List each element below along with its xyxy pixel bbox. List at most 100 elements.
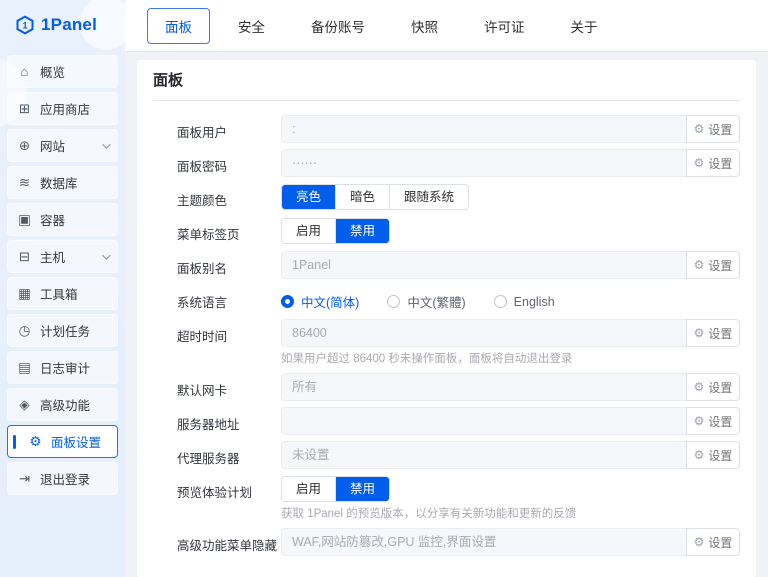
field-label: 菜单标签页: [177, 217, 281, 243]
panel-password-settings-button[interactable]: ⚙ 设置: [686, 149, 740, 177]
panel-alias-settings-button[interactable]: ⚙ 设置: [686, 251, 740, 279]
sidebar-item-logs[interactable]: ▤ 日志审计: [7, 351, 118, 384]
chevron-down-icon: [102, 140, 110, 148]
logout-icon: ⇥: [17, 471, 32, 487]
sidebar-item-label: 退出登录: [40, 469, 90, 488]
language-radio-zh-cn[interactable]: 中文(简体): [281, 292, 359, 311]
form-row: 超时时间 86400 ⚙ 设置 如果用户超过 86400 秒未操作面板，面板将自…: [177, 319, 740, 367]
field-label: 服务器地址: [177, 407, 281, 433]
panel-user-input: :: [281, 115, 686, 143]
sidebar-item-label: 应用商店: [40, 99, 90, 118]
field-label: 面板密码: [177, 149, 281, 175]
gear-icon: ⚙: [28, 434, 43, 450]
panel-password-input: ······: [281, 149, 686, 177]
field-label: 面板别名: [177, 251, 281, 277]
sidebar-item-advanced[interactable]: ◈ 高级功能: [7, 388, 118, 421]
form-row: 面板密码 ······ ⚙ 设置: [177, 149, 740, 177]
theme-color-group: 亮色 暗色 跟随系统: [281, 184, 469, 210]
server-address-settings-button[interactable]: ⚙ 设置: [686, 407, 740, 435]
gear-icon: ⚙: [694, 415, 705, 427]
default-network-settings-button[interactable]: ⚙ 设置: [686, 373, 740, 401]
field-label: 面板用户: [177, 115, 281, 141]
timeout-hint: 如果用户超过 86400 秒未操作面板，面板将自动退出登录: [281, 352, 740, 367]
form-row: 菜单标签页 启用 禁用: [177, 217, 740, 245]
preview-enable-button[interactable]: 启用: [282, 477, 335, 501]
preview-program-group: 启用 禁用: [281, 476, 390, 502]
sidebar-item-label: 容器: [40, 210, 65, 229]
settings-button-label: 设置: [708, 534, 732, 551]
hidden-menus-input: WAF,网站防篡改,GPU 监控,界面设置: [281, 528, 686, 556]
field-label: 主题颜色: [177, 183, 281, 209]
settings-button-label: 设置: [708, 257, 732, 274]
sidebar-item-toolbox[interactable]: ▦ 工具箱: [7, 277, 118, 310]
sidebar-item-label: 日志审计: [40, 358, 90, 377]
sidebar-item-logout[interactable]: ⇥ 退出登录: [7, 462, 118, 495]
hidden-menus-settings-button[interactable]: ⚙ 设置: [686, 528, 740, 556]
radio-icon: [387, 295, 400, 308]
gear-icon: ⚙: [694, 259, 705, 271]
theme-dark-button[interactable]: 暗色: [335, 185, 389, 209]
menu-tabs-disable-button[interactable]: 禁用: [335, 219, 389, 243]
diamond-icon: ◈: [17, 397, 32, 413]
timeout-settings-button[interactable]: ⚙ 设置: [686, 319, 740, 347]
theme-light-button[interactable]: 亮色: [282, 185, 335, 209]
form-row: 高级功能菜单隐藏 WAF,网站防篡改,GPU 监控,界面设置 ⚙ 设置: [177, 528, 740, 556]
app-store-icon: ⊞: [17, 101, 32, 117]
theme-auto-button[interactable]: 跟随系统: [389, 185, 468, 209]
form-row: 服务器地址 ⚙ 设置: [177, 407, 740, 435]
preview-program-hint: 获取 1Panel 的预览版本，以分享有关新功能和更新的反馈: [281, 507, 740, 522]
tab-security[interactable]: 安全: [220, 8, 283, 44]
schedule-icon: ◷: [17, 323, 32, 339]
sidebar-item-label: 工具箱: [40, 284, 78, 303]
form-row: 主题颜色 亮色 暗色 跟随系统: [177, 183, 740, 211]
active-indicator: [13, 435, 16, 449]
gear-icon: ⚙: [694, 327, 705, 339]
host-icon: ⊟: [17, 249, 32, 265]
settings-button-label: 设置: [708, 413, 732, 430]
sidebar-item-overview[interactable]: ⌂ 概览: [7, 55, 118, 88]
sidebar-item-database[interactable]: ≋ 数据库: [7, 166, 118, 199]
language-radio-en[interactable]: English: [494, 295, 555, 309]
language-radio-zh-tw[interactable]: 中文(繁體): [387, 292, 465, 311]
settings-button-label: 设置: [708, 121, 732, 138]
proxy-server-input: 未设置: [281, 441, 686, 469]
gear-icon: ⚙: [694, 381, 705, 393]
panel-settings-form: 面板用户 : ⚙ 设置 面板密码 ······: [153, 101, 740, 556]
sidebar-item-label: 高级功能: [40, 395, 90, 414]
form-row: 默认网卡 所有 ⚙ 设置: [177, 373, 740, 401]
proxy-server-settings-button[interactable]: ⚙ 设置: [686, 441, 740, 469]
menu-tabs-enable-button[interactable]: 启用: [282, 219, 335, 243]
sidebar-item-panel-settings[interactable]: ⚙ 面板设置: [7, 425, 118, 458]
field-label: 预览体验计划: [177, 475, 281, 501]
sidebar-item-cronjob[interactable]: ◷ 计划任务: [7, 314, 118, 347]
sidebar-item-label: 概览: [40, 62, 65, 81]
svg-text:1: 1: [22, 21, 27, 31]
tab-about[interactable]: 关于: [553, 8, 616, 44]
field-label: 代理服务器: [177, 441, 281, 467]
language-radio-group: 中文(简体) 中文(繁體) English: [281, 285, 740, 311]
sidebar-item-host[interactable]: ⊟ 主机: [7, 240, 118, 273]
brand-name: 1Panel: [41, 15, 97, 35]
tab-panel[interactable]: 面板: [147, 8, 210, 44]
preview-disable-button[interactable]: 禁用: [335, 477, 389, 501]
tab-snapshot[interactable]: 快照: [393, 8, 456, 44]
tab-backup-account[interactable]: 备份账号: [293, 8, 383, 44]
sidebar-item-label: 主机: [40, 247, 65, 266]
gear-icon: ⚙: [694, 536, 705, 548]
form-row: 预览体验计划 启用 禁用 获取 1Panel 的预览版本，以分享有关新功能和更新…: [177, 475, 740, 522]
default-network-input: 所有: [281, 373, 686, 401]
field-label: 高级功能菜单隐藏: [177, 528, 281, 554]
toolbox-icon: ▦: [17, 286, 32, 302]
radio-icon: [494, 295, 507, 308]
sidebar-item-label: 数据库: [40, 173, 78, 192]
sidebar-item-app-store[interactable]: ⊞ 应用商店: [7, 92, 118, 125]
form-row: 系统语言 中文(简体) 中文(繁體) English: [177, 285, 740, 313]
panel-user-settings-button[interactable]: ⚙ 设置: [686, 115, 740, 143]
radio-icon: [281, 295, 294, 308]
sidebar-item-container[interactable]: ▣ 容器: [7, 203, 118, 236]
home-icon: ⌂: [17, 64, 32, 79]
sidebar-item-website[interactable]: ⊕ 网站: [7, 129, 118, 162]
tab-license[interactable]: 许可证: [466, 8, 543, 44]
main-area: 面板 安全 备份账号 快照 许可证 关于 面板 面板用户 : ⚙ 设置: [125, 0, 768, 577]
radio-label: 中文(繁體): [407, 292, 465, 311]
